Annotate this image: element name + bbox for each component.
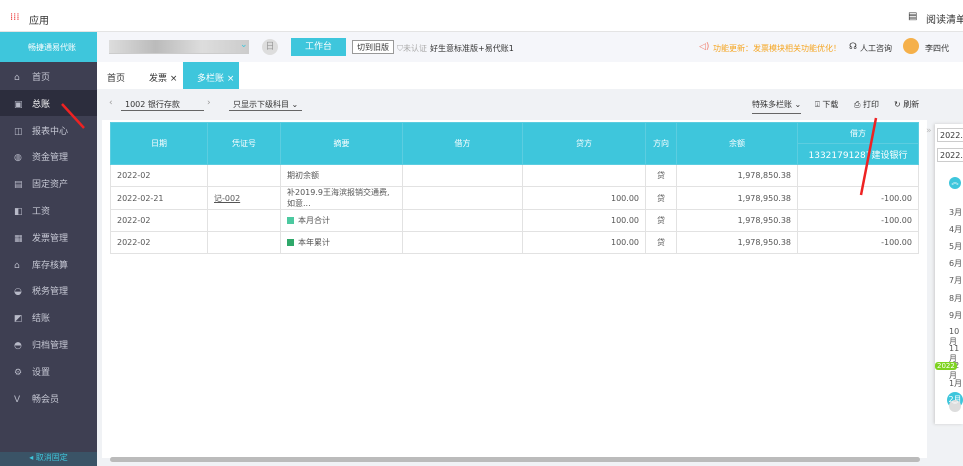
arrow-to-ledger: [61, 103, 85, 129]
arrow-to-print: [859, 117, 878, 196]
annotation-arrows: [61, 103, 878, 196]
